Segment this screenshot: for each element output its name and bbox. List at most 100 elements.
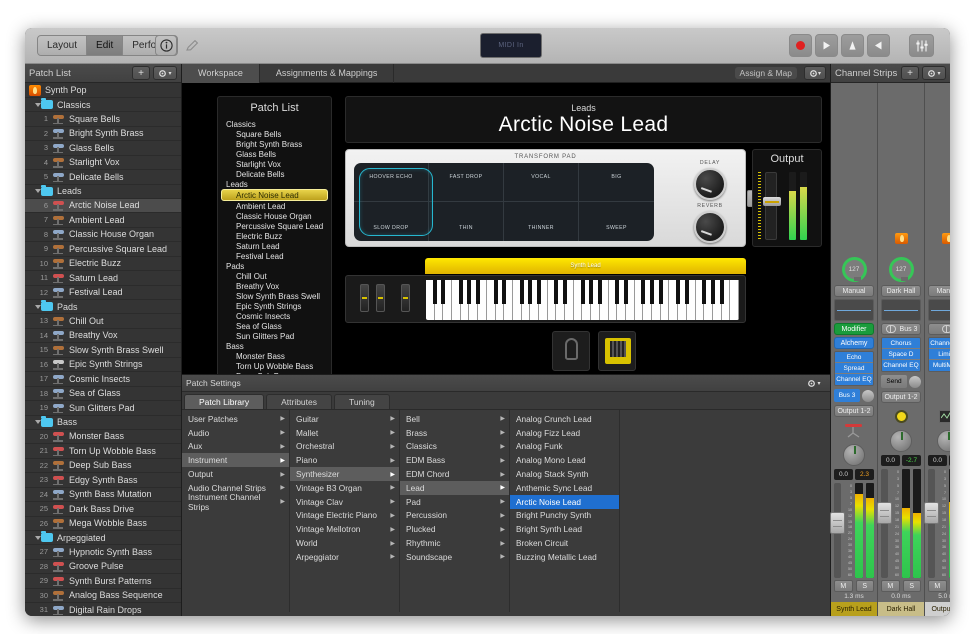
insert-effect-slot[interactable]: Limiter — [929, 349, 950, 360]
piano-black-key[interactable] — [650, 280, 654, 304]
piano-black-key[interactable] — [659, 280, 663, 304]
workspace-patch-entry[interactable]: Arctic Noise Lead — [221, 189, 328, 201]
patch-list-row[interactable]: 25Dark Bass Drive — [25, 502, 181, 517]
patch-list-row[interactable]: 20Monster Bass — [25, 430, 181, 445]
channel-strips-gear-button[interactable]: ▾ — [922, 66, 946, 80]
workspace-patch-entry[interactable]: Ambient Lead — [218, 201, 331, 211]
patch-library-item[interactable]: Analog Mono Lead — [510, 453, 619, 467]
add-channel-strip-button[interactable]: + — [901, 66, 919, 80]
patch-list-row[interactable]: 11Saturn Lead — [25, 271, 181, 286]
send-bus-button[interactable]: Send — [881, 375, 907, 388]
patch-list-row[interactable]: 6Arctic Noise Lead — [25, 199, 181, 214]
patch-group-classics[interactable]: Classics — [25, 98, 181, 112]
piano-black-key[interactable] — [641, 280, 645, 304]
patch-library-item[interactable]: Bright Synth Lead — [510, 522, 619, 536]
patch-list-row[interactable]: 13Chill Out — [25, 314, 181, 329]
patch-library-item[interactable]: Bright Punchy Synth — [510, 509, 619, 523]
patch-list-row[interactable]: 3Glass Bells — [25, 141, 181, 156]
patch-list-row[interactable]: 22Deep Sub Bass — [25, 459, 181, 474]
workspace-patch-entry[interactable]: Sea of Glass — [218, 321, 331, 331]
reverb-knob-group[interactable]: REVERB — [687, 203, 733, 243]
patch-library-item[interactable]: Analog Crunch Lead — [510, 412, 619, 426]
piano-black-key[interactable] — [589, 280, 593, 304]
insert-effect-slot[interactable]: Channel EQ — [882, 360, 920, 371]
workspace-patch-entry[interactable]: Cosmic Insects — [218, 311, 331, 321]
patch-library-item[interactable]: User Patches▶ — [182, 412, 289, 426]
transform-cell-big[interactable]: BIG — [579, 163, 654, 202]
patch-library-item[interactable]: Broken Circuit — [510, 536, 619, 550]
tab-tuning[interactable]: Tuning — [334, 394, 390, 409]
add-patch-button[interactable]: + — [132, 66, 150, 80]
channel-strip-curve-display[interactable] — [834, 299, 874, 321]
input-slot-button[interactable] — [928, 323, 950, 335]
patch-library-item[interactable]: Vintage Electric Piano▶ — [290, 509, 399, 523]
pan-knob[interactable] — [937, 430, 950, 452]
patch-list-row[interactable]: 10Electric Buzz — [25, 257, 181, 272]
patch-settings-gear-button[interactable]: ▾ — [802, 376, 826, 390]
workspace-patch-entry[interactable]: Classic House Organ — [218, 211, 331, 221]
patch-list-row[interactable]: 8Classic House Organ — [25, 228, 181, 243]
workspace-patch-entry[interactable]: Slow Synth Brass Swell — [218, 291, 331, 301]
patch-list-row[interactable]: 24Synth Bass Mutation — [25, 488, 181, 503]
channel-strip-curve-display[interactable] — [928, 299, 950, 321]
patch-library-item[interactable]: Aux▶ — [182, 440, 289, 454]
patch-group-leads[interactable]: Leads — [25, 185, 181, 199]
patch-library-item[interactable]: Soundscape▶ — [400, 550, 509, 564]
piano-keys[interactable] — [426, 280, 739, 320]
piano-black-key[interactable] — [598, 280, 602, 304]
channel-strip-nameplate[interactable]: Output 1-2 — [925, 602, 950, 616]
piano-black-key[interactable] — [711, 280, 715, 304]
workspace-patch-entry[interactable]: Electric Buzz — [218, 231, 331, 241]
mute-button[interactable]: M — [928, 580, 947, 592]
patch-list-row[interactable]: 18Sea of Glass — [25, 387, 181, 402]
workspace-patch-entry[interactable]: Breathy Vox — [218, 281, 331, 291]
piano-black-key[interactable] — [685, 280, 689, 304]
patch-library-item[interactable]: Synthesizer▶ — [290, 467, 399, 481]
patch-group-arpeggiated[interactable]: Arpeggiated — [25, 531, 181, 545]
patch-list-row[interactable]: 4Starlight Vox — [25, 156, 181, 171]
patch-library-item[interactable]: Pad▶ — [400, 495, 509, 509]
patch-library-item[interactable]: Piano▶ — [290, 453, 399, 467]
channel-strip-icon[interactable] — [834, 419, 874, 441]
piano-black-key[interactable] — [459, 280, 463, 304]
channel-strip-setting-button[interactable]: Manual — [928, 285, 950, 297]
insert-effect-slot[interactable]: Echo — [835, 352, 873, 363]
assign-and-map-button[interactable]: Assign & Map — [735, 67, 797, 79]
insert-effect-slot[interactable]: Channel EQ — [929, 338, 950, 349]
transform-cell-fast-drop[interactable]: FAST DROP — [429, 163, 504, 202]
patch-library-item[interactable]: Instrument▶ — [182, 453, 289, 467]
send-level-knob[interactable] — [909, 376, 921, 388]
patch-list-row[interactable]: 26Mega Wobble Bass — [25, 517, 181, 532]
patch-library-item[interactable]: Anthemic Sync Lead — [510, 481, 619, 495]
pan-knob[interactable] — [890, 430, 912, 452]
workspace-patch-entry[interactable]: Square Bells — [218, 129, 331, 139]
patch-library-item[interactable]: Lead▶ — [400, 481, 509, 495]
patch-library-item[interactable]: Mallet▶ — [290, 426, 399, 440]
channel-strip-nameplate[interactable]: Synth Lead — [831, 602, 877, 616]
piano-black-key[interactable] — [441, 280, 445, 304]
transform-cell-thin[interactable]: THIN — [429, 202, 504, 241]
channel-strip-setting-button[interactable]: Manual — [834, 285, 874, 297]
send-level-knob[interactable] — [862, 390, 874, 402]
transform-cell-sweep[interactable]: SWEEP — [579, 202, 654, 241]
patch-library-item[interactable]: Percussion▶ — [400, 509, 509, 523]
solo-button[interactable]: S — [950, 580, 951, 592]
pan-readout[interactable]: -2.7 — [902, 455, 921, 466]
patch-library-browser[interactable]: User Patches▶Audio▶Aux▶Instrument▶Output… — [182, 410, 830, 612]
piano-black-key[interactable] — [537, 280, 541, 304]
tab-assignments-mappings[interactable]: Assignments & Mappings — [260, 64, 395, 83]
piano-black-key[interactable] — [676, 280, 680, 304]
workspace-patch-entry[interactable]: Saturn Lead — [218, 241, 331, 251]
transform-cell-vocal[interactable]: VOCAL — [504, 163, 579, 202]
patch-library-item[interactable]: Classics▶ — [400, 440, 509, 454]
tab-workspace[interactable]: Workspace — [182, 64, 260, 83]
workspace-gear-button[interactable]: ▾ — [804, 66, 826, 80]
patch-list-row[interactable]: 2Bright Synth Brass — [25, 127, 181, 142]
workspace-patch-entry[interactable]: Chill Out — [218, 271, 331, 281]
channel-strip-curve-display[interactable] — [881, 299, 921, 321]
output-routing-button[interactable]: Output 1-2 — [834, 405, 874, 417]
insert-effect-slot[interactable]: Chorus — [882, 338, 920, 349]
patch-list-row[interactable]: 16Epic Synth Strings — [25, 358, 181, 373]
channel-strip-icon[interactable] — [881, 405, 921, 427]
output-fader-handle[interactable] — [763, 197, 781, 206]
